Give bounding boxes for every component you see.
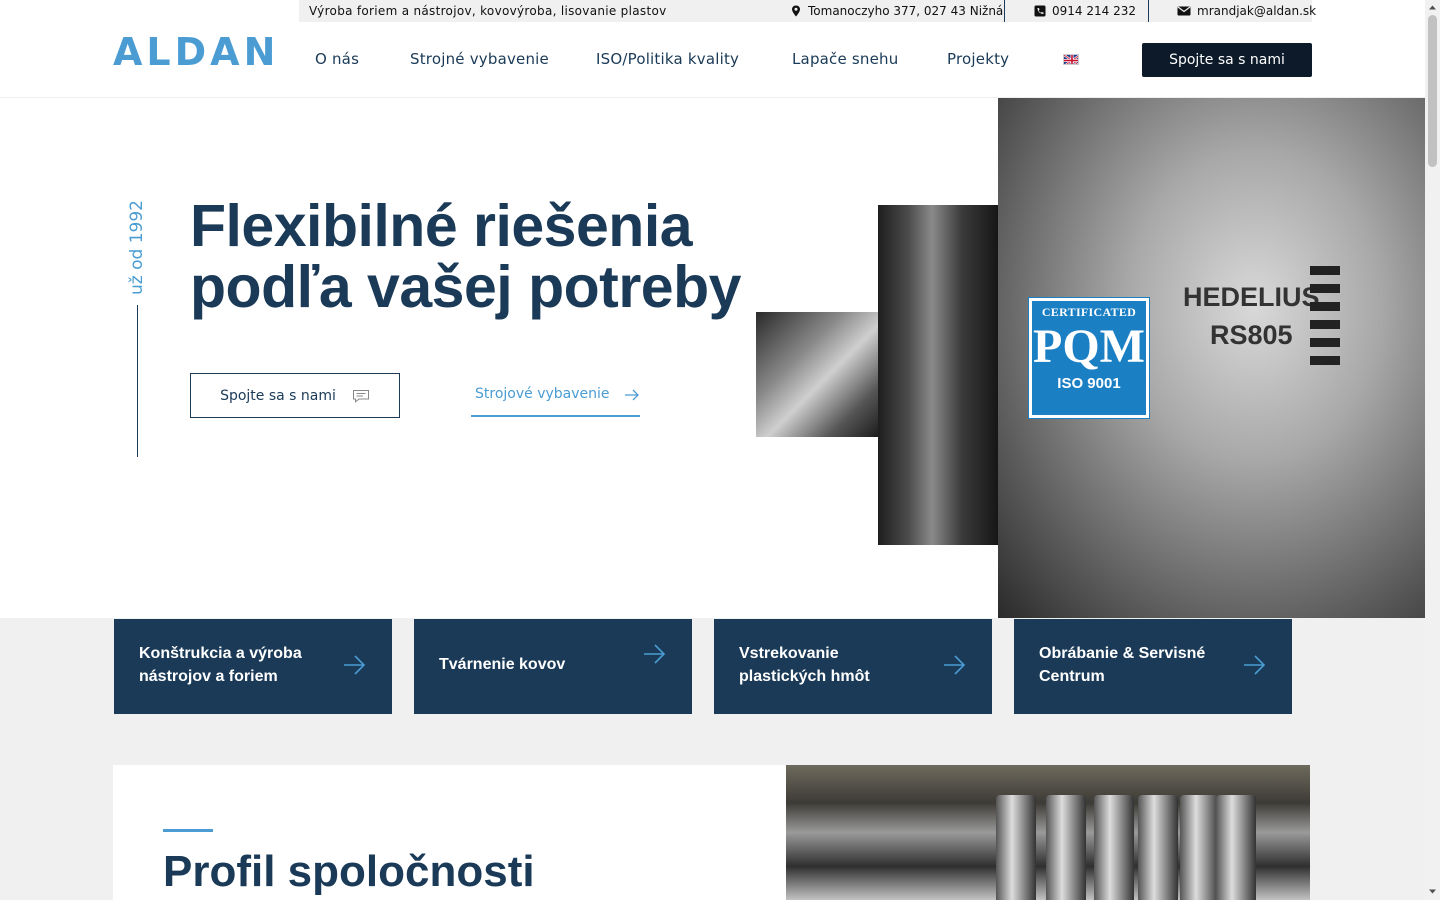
phone-icon xyxy=(1034,5,1046,17)
since-divider-line xyxy=(137,305,138,457)
hero-equipment-label: Strojové vybavenie xyxy=(475,386,610,402)
scroll-up-arrow-icon[interactable] xyxy=(1428,3,1437,12)
service-tile-label: Vstrekovanie plastických hmôt xyxy=(739,645,870,685)
machine-brand: HEDELIUS xyxy=(1183,282,1320,312)
tool-cylinder xyxy=(1094,795,1134,900)
divider xyxy=(1004,0,1005,22)
service-tile-label: Tvárnenie kovov xyxy=(439,656,566,673)
divider xyxy=(1148,0,1149,22)
certificate-logo: PQM xyxy=(1033,320,1145,373)
certificate-bottom-text: ISO 9001 xyxy=(1057,375,1121,392)
tagline: Výroba foriem a nástrojov, kovovýroba, l… xyxy=(309,4,667,18)
service-tile-injection-molding[interactable]: Vstrekovanie plastických hmôt xyxy=(714,619,992,714)
email-info[interactable]: mrandjak@aldan.sk xyxy=(1177,4,1316,18)
hero-title: Flexibilné riešenia podľa vašej potreby xyxy=(190,196,741,318)
nav-item-iso-politika[interactable]: ISO/Politika kvality xyxy=(596,50,739,68)
hero-title-line-2: podľa vašej potreby xyxy=(190,254,741,320)
tool-cylinder xyxy=(996,795,1036,900)
hero-contact-label: Spojte sa s nami xyxy=(220,387,336,404)
hero-title-line-1: Flexibilné riešenia xyxy=(190,193,693,259)
uk-flag-icon[interactable] xyxy=(1063,54,1079,65)
address-info: Tomanoczyho 377, 027 43 Nižná xyxy=(790,4,1003,18)
hero-image-machine-door xyxy=(878,205,998,545)
nav-item-lapace-snehu[interactable]: Lapače snehu xyxy=(792,50,898,68)
profile-image-press-tool xyxy=(786,765,1310,900)
aldan-logo[interactable]: ALDAN xyxy=(113,30,279,74)
nav-item-strojne-vybavenie[interactable]: Strojné vybavenie xyxy=(410,50,549,68)
certificate-top-text: CERTIFICATED xyxy=(1041,305,1137,319)
hero-image-workshop xyxy=(756,312,878,437)
machine-model: RS805 xyxy=(1209,320,1293,350)
arrow-right-icon xyxy=(1244,655,1266,675)
email-text[interactable]: mrandjak@aldan.sk xyxy=(1197,4,1316,18)
machine-stripe xyxy=(1310,284,1340,293)
service-tile-label: Obrábanie & Servisné Centrum xyxy=(1039,645,1206,685)
nav-item-o-nas[interactable]: O nás xyxy=(315,50,359,68)
scrollbar-thumb[interactable] xyxy=(1428,15,1437,167)
tool-cylinder xyxy=(1216,795,1256,900)
tool-cylinder xyxy=(1138,795,1178,900)
nav-item-projekty[interactable]: Projekty xyxy=(947,50,1009,68)
arrow-right-icon xyxy=(944,655,966,675)
iso-certificate-badge: CERTIFICATED PQM ISO 9001 xyxy=(1028,297,1150,419)
machine-label: HEDELIUS RS805 xyxy=(1183,278,1320,354)
address-text: Tomanoczyho 377, 027 43 Nižná xyxy=(808,4,1004,18)
service-tile-metal-forming[interactable]: Tvárnenie kovov xyxy=(414,619,692,714)
scroll-down-arrow-icon[interactable] xyxy=(1428,887,1437,896)
service-tile-tools-molds[interactable]: Konštrukcia a výroba nástrojov a foriem xyxy=(114,619,392,714)
section-accent-bar xyxy=(163,829,213,832)
arrow-right-icon xyxy=(644,644,666,664)
hero-equipment-link[interactable]: Strojové vybavenie xyxy=(471,379,640,417)
service-tile-label: Konštrukcia a výroba nástrojov a foriem xyxy=(139,645,302,685)
service-tile-machining-service[interactable]: Obrábanie & Servisné Centrum xyxy=(1014,619,1292,714)
profile-title: Profil spoločnosti xyxy=(163,847,535,896)
machine-stripe xyxy=(1310,356,1340,365)
phone-info[interactable]: 0914 214 232 xyxy=(1034,4,1136,18)
hero-contact-button[interactable]: Spojte sa s nami xyxy=(190,373,400,418)
machine-stripe xyxy=(1310,266,1340,275)
top-info-bar: Výroba foriem a nástrojov, kovovýroba, l… xyxy=(299,0,1316,22)
header-contact-button[interactable]: Spojte sa s nami xyxy=(1142,43,1312,77)
tool-cylinder xyxy=(1180,795,1220,900)
arrow-right-icon xyxy=(344,655,366,675)
since-text: už od 1992 xyxy=(127,200,147,295)
tool-cylinder xyxy=(1046,795,1086,900)
chat-bubble-icon xyxy=(352,389,369,403)
machine-stripe xyxy=(1310,302,1340,311)
page-scrollbar[interactable] xyxy=(1425,0,1440,900)
envelope-icon xyxy=(1177,6,1191,16)
phone-text[interactable]: 0914 214 232 xyxy=(1052,4,1136,18)
machine-stripe xyxy=(1310,338,1340,347)
location-pin-icon xyxy=(792,5,800,17)
machine-stripe xyxy=(1310,320,1340,329)
arrow-right-icon xyxy=(624,389,639,401)
since-label: už od 1992 xyxy=(127,197,149,297)
